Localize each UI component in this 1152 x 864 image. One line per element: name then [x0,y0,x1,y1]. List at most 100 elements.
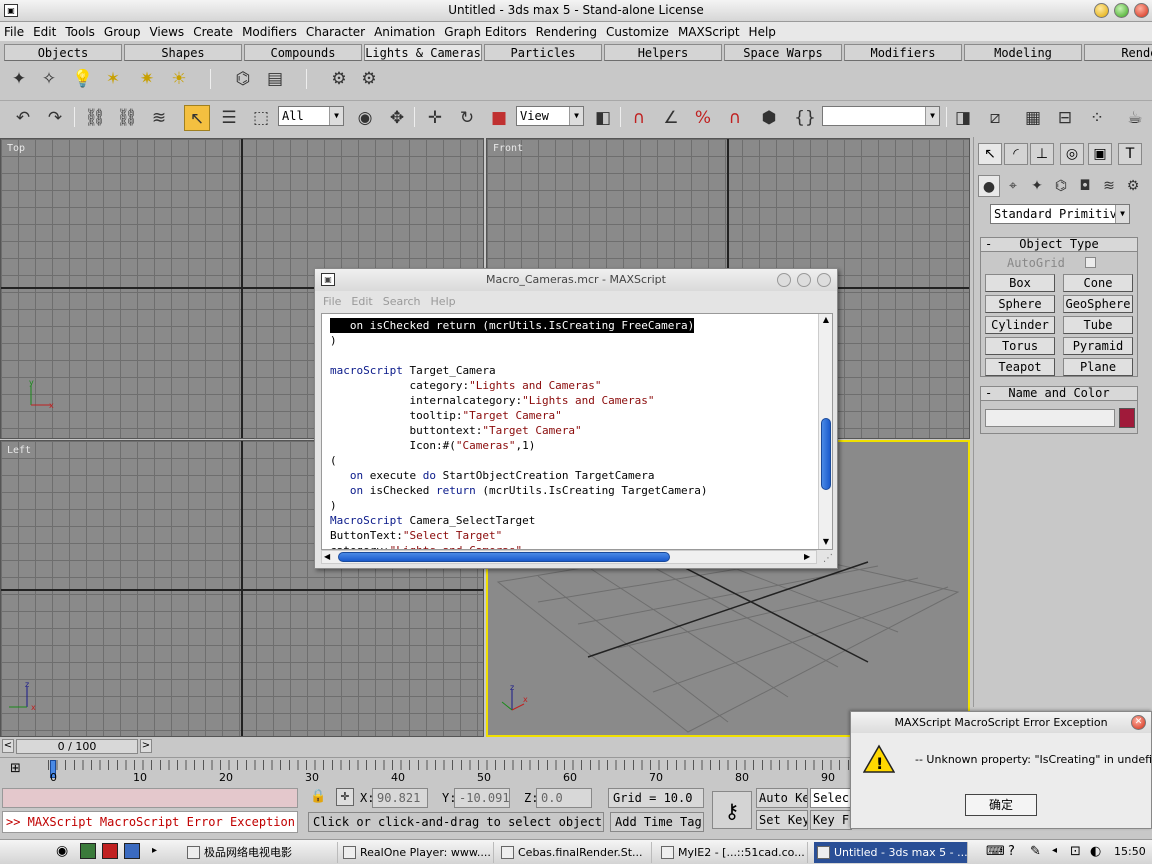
redo-icon[interactable]: ↷ [42,105,68,131]
maxscript-maximize-button[interactable] [797,273,811,287]
scroll-down-icon[interactable]: ▼ [820,536,832,548]
quicklaunch-icon[interactable] [102,843,118,859]
target-spot-icon[interactable]: ✦ [6,66,32,92]
render-scene-icon[interactable]: ☕ [1122,105,1148,131]
snap-toggle-icon[interactable]: ∩ [626,105,652,131]
autogrid-checkbox[interactable] [1085,257,1096,268]
z-coord-field[interactable]: 0.0 [536,788,592,808]
pivot-center-icon[interactable]: ◧ [590,105,616,131]
horizontal-scroll-thumb[interactable] [338,552,670,562]
geosphere-button[interactable]: GeoSphere [1063,295,1133,313]
schematic-view-icon[interactable]: ⊟ [1052,105,1078,131]
menu-character[interactable]: Character [306,25,365,39]
free-spot-icon[interactable]: ✧ [36,66,62,92]
menu-customize[interactable]: Customize [606,25,669,39]
curve-editor-icon[interactable]: ⊞ [10,761,30,779]
menu-maxscript[interactable]: MAXScript [678,25,740,39]
target-direct-icon[interactable]: ✶ [100,66,126,92]
listener-output[interactable]: >> MAXScript MacroScript Error Exception… [2,811,298,833]
cone-button[interactable]: Cone [1063,274,1133,292]
target-camera-icon[interactable]: ⌬ [230,66,256,92]
object-category-dropdown[interactable]: Standard Primitiv ▼ [990,204,1130,224]
helpers-icon[interactable]: ◘ [1074,175,1096,197]
select-rotate-icon[interactable]: ↻ [454,105,480,131]
auto-key-button[interactable]: Auto Key [756,788,808,808]
menu-modifiers[interactable]: Modifiers [242,25,297,39]
align-icon[interactable]: ⧄ [982,105,1008,131]
pen-icon[interactable]: ✎ [1030,844,1041,859]
material-editor-icon[interactable]: ⁘ [1084,105,1110,131]
skylight-icon[interactable]: ☀ [166,66,192,92]
tab-helpers[interactable]: Helpers [604,44,722,61]
set-key-icon[interactable]: ⚷ [712,791,752,829]
menu-rendering[interactable]: Rendering [536,25,597,39]
menu-group[interactable]: Group [104,25,141,39]
rollout-header[interactable]: - Name and Color [981,387,1137,401]
systems-icon[interactable]: ⚙ [1122,175,1144,197]
maxscript-close-button[interactable] [817,273,831,287]
maxscript-menu-file[interactable]: File [323,295,341,308]
resize-grip-icon[interactable]: ⋰ [823,553,835,565]
percent-snap-icon[interactable]: % [690,105,716,131]
selection-filter-dropdown[interactable]: All ▼ [278,106,344,126]
track-view-icon[interactable]: ▦ [1020,105,1046,131]
create-tab-icon[interactable]: ↖ [978,143,1002,165]
tab-shapes[interactable]: Shapes [124,44,242,61]
taskbar-item-active[interactable]: Untitled - 3ds max 5 - ... [814,842,968,863]
spinner-snap-icon[interactable]: ∩ [722,105,748,131]
tab-lights-cameras[interactable]: Lights & Cameras [364,44,482,61]
key-mode-dropdown[interactable]: Selec [810,788,852,808]
vertical-scrollbar[interactable]: ▲ ▼ [818,314,832,549]
time-slider-thumb[interactable]: 0 / 100 [16,739,138,754]
key-filters-button[interactable]: Key F [810,810,852,830]
tab-compounds[interactable]: Compounds [244,44,362,61]
named-selection-icon[interactable]: ⬢ [756,105,782,131]
mirror-icon[interactable]: ◨ [950,105,976,131]
geometry-icon[interactable]: ● [978,175,1000,197]
menu-tools[interactable]: Tools [65,25,95,39]
menu-file[interactable]: File [4,25,24,39]
start-menu-icon[interactable]: ◉ [56,843,68,859]
time-prev-icon[interactable]: < [2,739,14,753]
select-scale-icon[interactable]: ■ [486,105,512,131]
named-selection-dropdown[interactable]: ▼ [822,106,940,126]
bind-space-warp-icon[interactable]: ≋ [146,105,172,131]
angle-snap-icon[interactable]: ∠ [658,105,684,131]
display-tab-icon[interactable]: ▣ [1088,143,1112,165]
taskbar-item[interactable]: 极品网络电视电影 [184,842,338,863]
quicklaunch-icon[interactable] [124,843,140,859]
select-move-icon[interactable]: ✛ [422,105,448,131]
hierarchy-tab-icon[interactable]: ⊥ [1030,143,1054,165]
chevron-right-icon[interactable]: ▸ [152,845,157,856]
free-direct-icon[interactable]: ✷ [134,66,160,92]
chevron-left-icon[interactable]: ◂ [1052,845,1057,856]
sphere-button[interactable]: Sphere [985,295,1055,313]
time-next-icon[interactable]: > [140,739,152,753]
box-button[interactable]: Box [985,274,1055,292]
lights-icon[interactable]: ✦ [1026,175,1048,197]
tab-objects[interactable]: Objects [4,44,122,61]
taskbar-item[interactable]: RealOne Player: www.... [340,842,494,863]
taskbar-item[interactable]: Cebas.finalRender.St... [498,842,652,863]
ok-button[interactable]: 确定 [965,794,1037,816]
maxscript-menu-help[interactable]: Help [431,295,456,308]
maxscript-minimize-button[interactable] [777,273,791,287]
y-coord-field[interactable]: -10.091 [454,788,510,808]
track-bar[interactable]: ⊞ 0 10 20 30 40 50 60 70 80 90 [0,757,852,784]
rectangular-selection-icon[interactable]: ⬚ [248,105,274,131]
viewport-label-left[interactable]: Left [7,445,31,456]
select-by-name-icon[interactable]: ☰ [216,105,242,131]
light-lister-icon[interactable]: ⚙ [326,66,352,92]
menu-animation[interactable]: Animation [374,25,435,39]
tab-modifiers[interactable]: Modifiers [844,44,962,61]
error-dialog-close-button[interactable]: ✕ [1131,715,1146,730]
motion-tab-icon[interactable]: ◎ [1060,143,1084,165]
volume-icon[interactable]: ◐ [1090,844,1101,859]
menu-create[interactable]: Create [193,25,233,39]
window-crossing-icon[interactable]: ◉ [352,105,378,131]
set-key-button[interactable]: Set Key [756,810,808,830]
select-object-icon[interactable]: ↖ [184,105,210,131]
tab-particles[interactable]: Particles [484,44,602,61]
undo-icon[interactable]: ↶ [10,105,36,131]
object-color-swatch[interactable] [1119,408,1135,428]
